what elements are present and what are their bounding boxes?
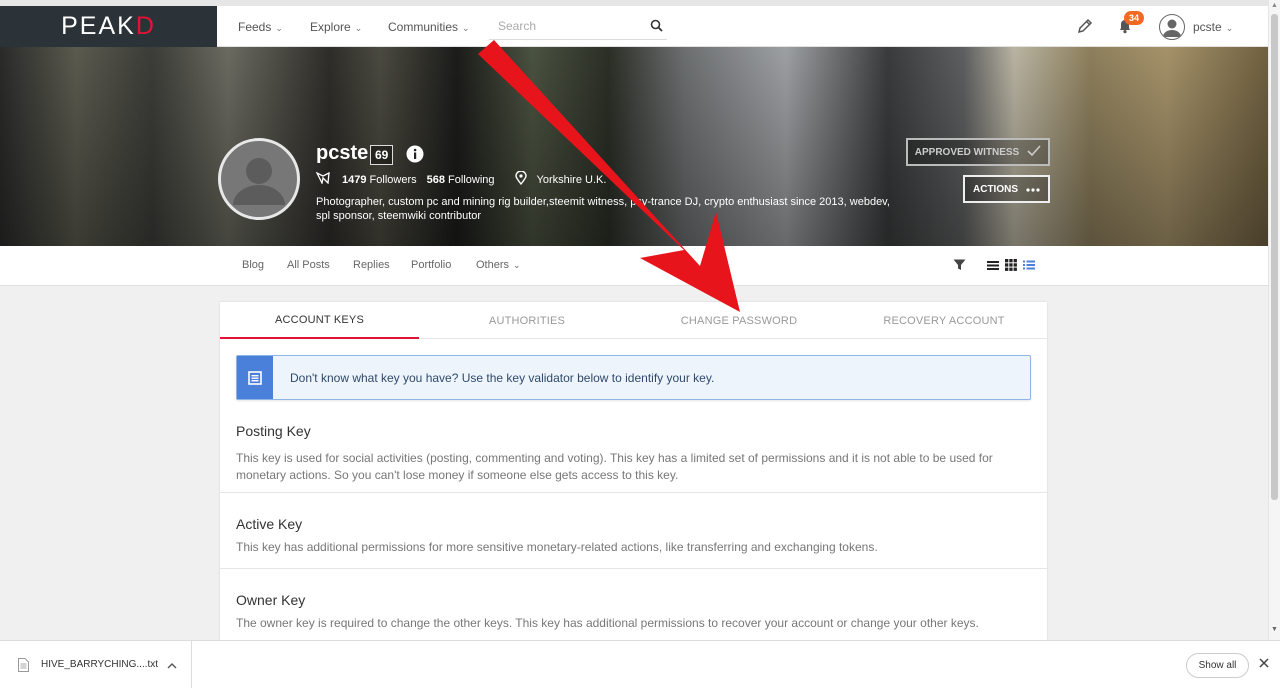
view-list-icon[interactable] [1023,259,1035,274]
following-link[interactable]: 568 Following [427,174,495,186]
active-key-title: Active Key [236,516,303,532]
search-input[interactable] [489,14,639,38]
filter-icon[interactable] [953,259,966,274]
username-label: pcste [1193,20,1222,34]
search-icon[interactable] [650,19,663,35]
following-count: 568 [426,173,445,186]
scroll-down-arrow-icon[interactable]: ▼ [1271,626,1278,633]
tab-blog[interactable]: Blog [242,259,264,271]
profile-name: pcste [316,142,369,164]
notification-count-badge[interactable]: 34 [1124,11,1145,25]
search-box [489,14,667,40]
download-filename: HIVE_BARRYCHING....txt [41,659,159,670]
posting-key-title: Posting Key [236,423,311,439]
account-keys-card: ACCOUNT KEYS AUTHORITIES CHANGE PASSWORD… [220,302,1047,642]
scroll-up-arrow-icon[interactable]: ▲ [1271,2,1278,9]
profile-stats: 1479 Followers 568 Following Yorkshire U… [315,170,607,188]
profile-location: Yorkshire U.K. [536,173,607,186]
following-label: Following [448,173,495,186]
actions-label: ACTIONS [973,183,1018,195]
followers-count: 1479 [342,173,367,186]
checkmark-icon [1027,144,1041,160]
tab-replies[interactable]: Replies [353,259,390,271]
location-pin-icon [514,170,527,188]
tab-recovery-account[interactable]: RECOVERY ACCOUNT [844,302,1044,339]
user-avatar[interactable] [1159,14,1185,40]
key-validator-notice: Don't know what key you have? Use the ke… [236,355,1031,400]
followers-label: Followers [369,173,417,186]
posting-key-section: Posting Key This key is used for social … [220,408,1047,493]
profile-avatar[interactable] [218,138,300,220]
logo-part-k: K [117,12,136,40]
show-all-downloads-button[interactable]: Show all [1186,653,1249,678]
tab-others-label: Others [476,259,510,271]
owner-key-section: Owner Key The owner key is required to c… [220,569,1047,642]
logo-part-pe: PE [61,12,99,40]
reputation-badge: 69 [370,145,394,165]
chevron-down-icon: ⌄ [275,23,283,33]
view-compact-list-icon[interactable] [987,259,999,274]
page-scrollbar[interactable]: ▲ ▼ [1268,0,1280,640]
nav-communities-label: Communities [388,20,459,34]
followers-icon [315,171,330,187]
logo-part-a: A [98,12,118,40]
nav-explore[interactable]: Explore ⌄ [310,20,362,34]
chevron-down-icon: ⌄ [513,260,521,270]
notice-text: Don't know what key you have? Use the ke… [290,371,715,385]
approved-witness-button[interactable]: APPROVED WITNESS [906,138,1050,166]
more-dots-icon [1026,184,1040,195]
followers-link[interactable]: 1479 Followers [342,174,417,186]
logo-part-d: D [135,12,156,40]
chevron-down-icon: ⌄ [462,23,470,33]
view-grid-icon[interactable] [1005,259,1017,274]
profile-tabs: Blog All Posts Replies Portfolio Others ⌄ [0,246,1268,286]
pencil-icon[interactable] [1077,18,1093,37]
close-icon[interactable] [1259,657,1269,671]
text-file-icon [18,658,29,675]
user-menu[interactable]: pcste ⌄ [1193,20,1233,34]
owner-key-title: Owner Key [236,592,306,608]
chevron-down-icon: ⌄ [354,23,363,33]
tab-portfolio[interactable]: Portfolio [411,259,451,271]
nav-communities[interactable]: Communities ⌄ [388,20,470,34]
download-item[interactable]: HIVE_BARRYCHING....txt [0,641,192,688]
profile-bio: Photographer, custom pc and mining rig b… [316,196,890,222]
tab-change-password[interactable]: CHANGE PASSWORD [639,302,839,339]
scrollbar-thumb[interactable] [1271,14,1278,500]
active-key-description: This key has additional permissions for … [236,540,878,554]
approved-witness-label: APPROVED WITNESS [914,146,1020,158]
peakd-logo[interactable]: PE A K D [0,6,217,47]
actions-button[interactable]: ACTIONS [963,175,1050,203]
nav-feeds-label: Feeds [238,20,272,34]
chevron-down-icon: ⌄ [1225,23,1234,33]
posting-key-description: This key is used for social activities (… [236,451,993,482]
profile-cover: pcste 69 1479 Followers 568 Following Yo… [0,47,1268,246]
info-icon[interactable] [406,145,424,166]
owner-key-description: The owner key is required to change the … [236,616,979,630]
tab-authorities[interactable]: AUTHORITIES [427,302,627,339]
chevron-up-icon[interactable] [167,659,177,673]
tab-others[interactable]: Others ⌄ [476,259,521,271]
top-navbar: PEAKD Feeds⌄ Explore⌄ Communities⌄ 34 pc… [0,0,1268,47]
nav-explore-label: Explore [310,20,351,34]
notice-document-icon [237,356,273,399]
active-key-section: Active Key This key has additional permi… [220,493,1047,569]
nav-feeds[interactable]: Feeds ⌄ [238,20,283,34]
download-bar: HIVE_BARRYCHING....txt Show all [0,640,1280,688]
key-tabs: ACCOUNT KEYS AUTHORITIES CHANGE PASSWORD… [220,302,1047,339]
tab-account-keys[interactable]: ACCOUNT KEYS [220,302,419,339]
tab-all-posts[interactable]: All Posts [287,259,330,271]
